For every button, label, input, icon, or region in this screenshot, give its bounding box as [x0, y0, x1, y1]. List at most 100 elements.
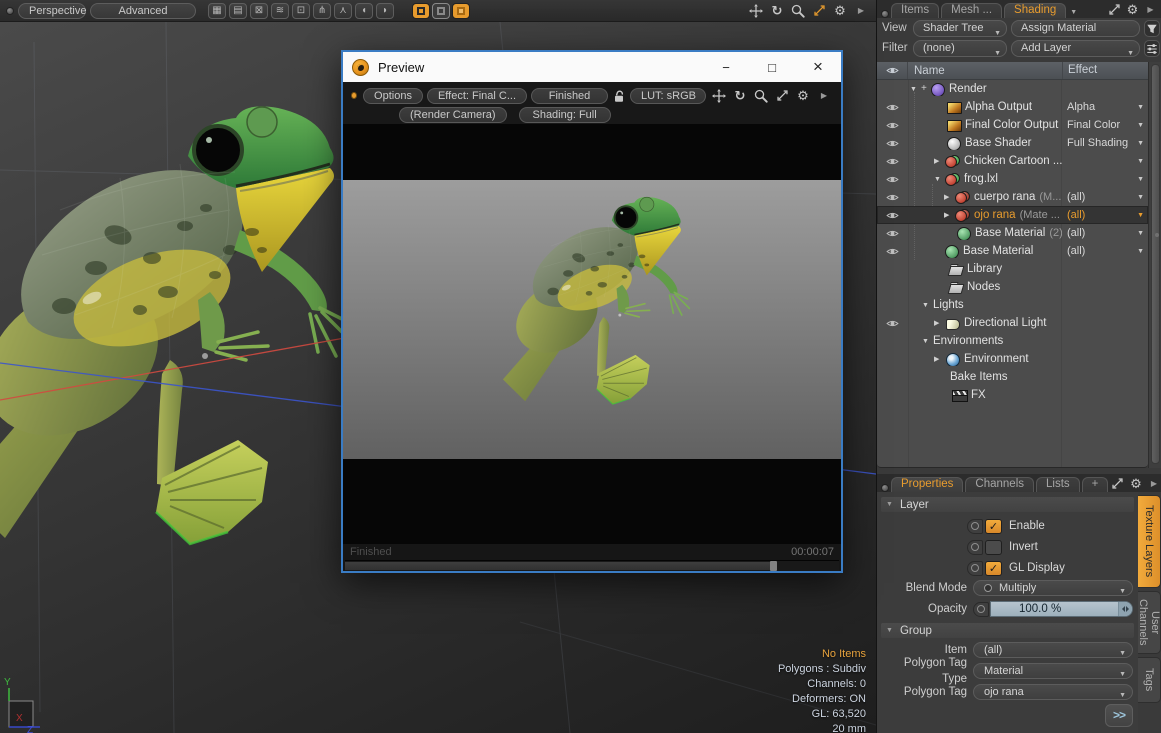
pan-icon[interactable]	[747, 2, 765, 20]
perspective-dropdown[interactable]: Perspective	[18, 3, 86, 19]
pan-icon[interactable]	[710, 87, 728, 105]
twist-right-icon[interactable]: ▶	[934, 355, 945, 363]
minimize-button[interactable]: −	[703, 52, 749, 82]
fit-view-icon[interactable]	[810, 2, 828, 20]
twist-down-icon[interactable]: ▼	[934, 176, 945, 183]
channel-toggle[interactable]	[967, 519, 983, 534]
lock-icon[interactable]	[612, 89, 626, 103]
effect-dropdown-icon[interactable]: ▼	[1137, 248, 1144, 255]
group-section-header[interactable]: ▼Group	[881, 623, 1134, 638]
quad-view-icon[interactable]: ▤	[229, 3, 247, 19]
fit-view-icon[interactable]	[773, 87, 791, 105]
enable-checkbox[interactable]: ✓	[985, 519, 1002, 534]
settings-gear-icon[interactable]: ⚙	[794, 87, 812, 105]
tree-row[interactable]: Final Color OutputFinal Color▼	[877, 116, 1148, 134]
tab-lists[interactable]: Lists	[1036, 477, 1080, 492]
tree-row[interactable]: Base ShaderFull Shading▼	[877, 134, 1148, 152]
view-mode-dropdown[interactable]: Shader Tree▼	[913, 20, 1007, 37]
checker-shade-icon[interactable]: ▦	[208, 3, 226, 19]
tree-row[interactable]: ▼+Render	[877, 80, 1148, 98]
tab-items[interactable]: Items	[891, 3, 939, 18]
tree-row[interactable]: ▼Environments	[877, 332, 1148, 350]
effect-dropdown-icon[interactable]: ▼	[1137, 122, 1144, 129]
render-preview-icon[interactable]	[452, 3, 470, 19]
name-column-header[interactable]: Name	[908, 65, 1062, 77]
twist-down-icon[interactable]: ▼	[922, 338, 933, 345]
add-layer-dropdown[interactable]: Add Layer▼	[1011, 40, 1140, 57]
tree-row[interactable]: ▶Directional Light	[877, 314, 1148, 332]
effect-dropdown-icon[interactable]: ▼	[1137, 140, 1144, 147]
visibility-eye-icon[interactable]	[886, 103, 899, 112]
more-options-icon[interactable]: ▶	[852, 2, 870, 20]
visibility-eye-icon[interactable]	[886, 139, 899, 148]
effect-dropdown-icon[interactable]: ▼	[1137, 194, 1144, 201]
polygon-tag-type-dropdown[interactable]: Material▼	[973, 663, 1133, 679]
visibility-eye-icon[interactable]	[886, 121, 899, 130]
tree-row[interactable]: FX	[877, 386, 1148, 404]
frog-model-viewport[interactable]	[0, 106, 352, 544]
visibility-eye-icon[interactable]	[886, 211, 899, 220]
channel-toggle[interactable]	[967, 561, 983, 576]
invert-checkbox[interactable]	[985, 540, 1002, 555]
side-tab-user-channels[interactable]: User Channels	[1138, 591, 1161, 654]
twist-down-icon[interactable]: ▼	[922, 302, 933, 309]
shading-quality-dropdown[interactable]: Shading: Full	[519, 107, 611, 123]
effect-dropdown-icon[interactable]: ▼	[1137, 176, 1144, 183]
tab-properties[interactable]: Properties	[891, 477, 963, 492]
tab-+[interactable]: +	[1082, 477, 1109, 492]
orbit-icon[interactable]: ↻	[768, 2, 786, 20]
lut-dropdown[interactable]: LUT: sRGB	[630, 88, 706, 104]
tab-mesh[interactable]: Mesh ...	[941, 3, 1002, 18]
tab-shading[interactable]: Shading	[1004, 3, 1066, 18]
render-progress-bar[interactable]	[345, 560, 839, 571]
effect-dropdown[interactable]: Effect: Final C...	[427, 88, 527, 104]
more-options-icon[interactable]: ▶	[815, 87, 833, 105]
overlay-view-icon[interactable]: ⊡	[292, 3, 310, 19]
fit-view-icon[interactable]	[1110, 476, 1125, 491]
close-button[interactable]: ×	[795, 52, 841, 82]
opacity-field[interactable]: 100.0 %	[990, 601, 1133, 617]
fit-view-icon[interactable]	[1107, 2, 1122, 17]
visibility-eye-icon[interactable]	[886, 175, 899, 184]
zoom-icon[interactable]	[789, 2, 807, 20]
list-options-icon[interactable]	[1144, 40, 1160, 57]
filter-dropdown[interactable]: (none)▼	[913, 40, 1007, 57]
effect-dropdown-icon[interactable]: ▼	[1137, 158, 1144, 165]
tab-dropdown-icon[interactable]: ▼	[1068, 9, 1079, 18]
visibility-eye-icon[interactable]	[886, 157, 899, 166]
side-tab-texture-layers[interactable]: Texture Layers	[1138, 495, 1161, 588]
advanced-dropdown[interactable]: Advanced	[90, 3, 196, 19]
visibility-eye-icon[interactable]	[886, 319, 899, 328]
channel-toggle[interactable]	[973, 602, 989, 617]
channel-toggle[interactable]	[967, 540, 983, 555]
tree-row[interactable]: Alpha OutputAlpha▼	[877, 98, 1148, 116]
progress-thumb[interactable]	[770, 561, 777, 571]
options-button[interactable]: Options	[363, 88, 423, 104]
expand-plus-icon[interactable]: +	[921, 84, 930, 94]
tree-row[interactable]: ▶Environment	[877, 350, 1148, 368]
effect-dropdown-icon[interactable]: ▼	[1137, 212, 1144, 219]
twist-right-icon[interactable]: ▶	[944, 193, 955, 201]
tab-channels[interactable]: Channels	[965, 477, 1034, 492]
tree-row[interactable]: ▼Lights	[877, 296, 1148, 314]
solid-view-icon[interactable]: ⊠	[250, 3, 268, 19]
twist-down-icon[interactable]: ▼	[910, 86, 921, 93]
rendered-image[interactable]	[343, 180, 841, 459]
value-stepper[interactable]	[1118, 602, 1132, 616]
more-options-icon[interactable]: ▶	[1143, 2, 1158, 17]
preview-titlebar[interactable]: Preview − □ ×	[343, 52, 841, 82]
effect-column-header[interactable]: Effect	[1062, 62, 1148, 79]
tree-row[interactable]: Base Material(2)(all)▼	[877, 224, 1148, 242]
tree-row[interactable]: Nodes	[877, 278, 1148, 296]
settings-gear-icon[interactable]: ⚙	[1125, 2, 1140, 17]
side-tab-tags[interactable]: Tags	[1138, 657, 1161, 703]
visibility-eye-icon[interactable]	[886, 193, 899, 202]
tree-row[interactable]: Base Material(all)▼	[877, 242, 1148, 260]
twist-right-icon[interactable]: ▶	[944, 211, 955, 219]
twist-right-icon[interactable]: ▶	[934, 319, 945, 327]
pivot-tool-icon[interactable]: ⋔	[313, 3, 331, 19]
gl-display-checkbox[interactable]: ✓	[985, 561, 1002, 576]
layer-section-header[interactable]: ▼Layer	[881, 497, 1134, 512]
camera-dropdown[interactable]: (Render Camera)	[399, 107, 507, 123]
twist-right-icon[interactable]: ▶	[934, 157, 945, 165]
